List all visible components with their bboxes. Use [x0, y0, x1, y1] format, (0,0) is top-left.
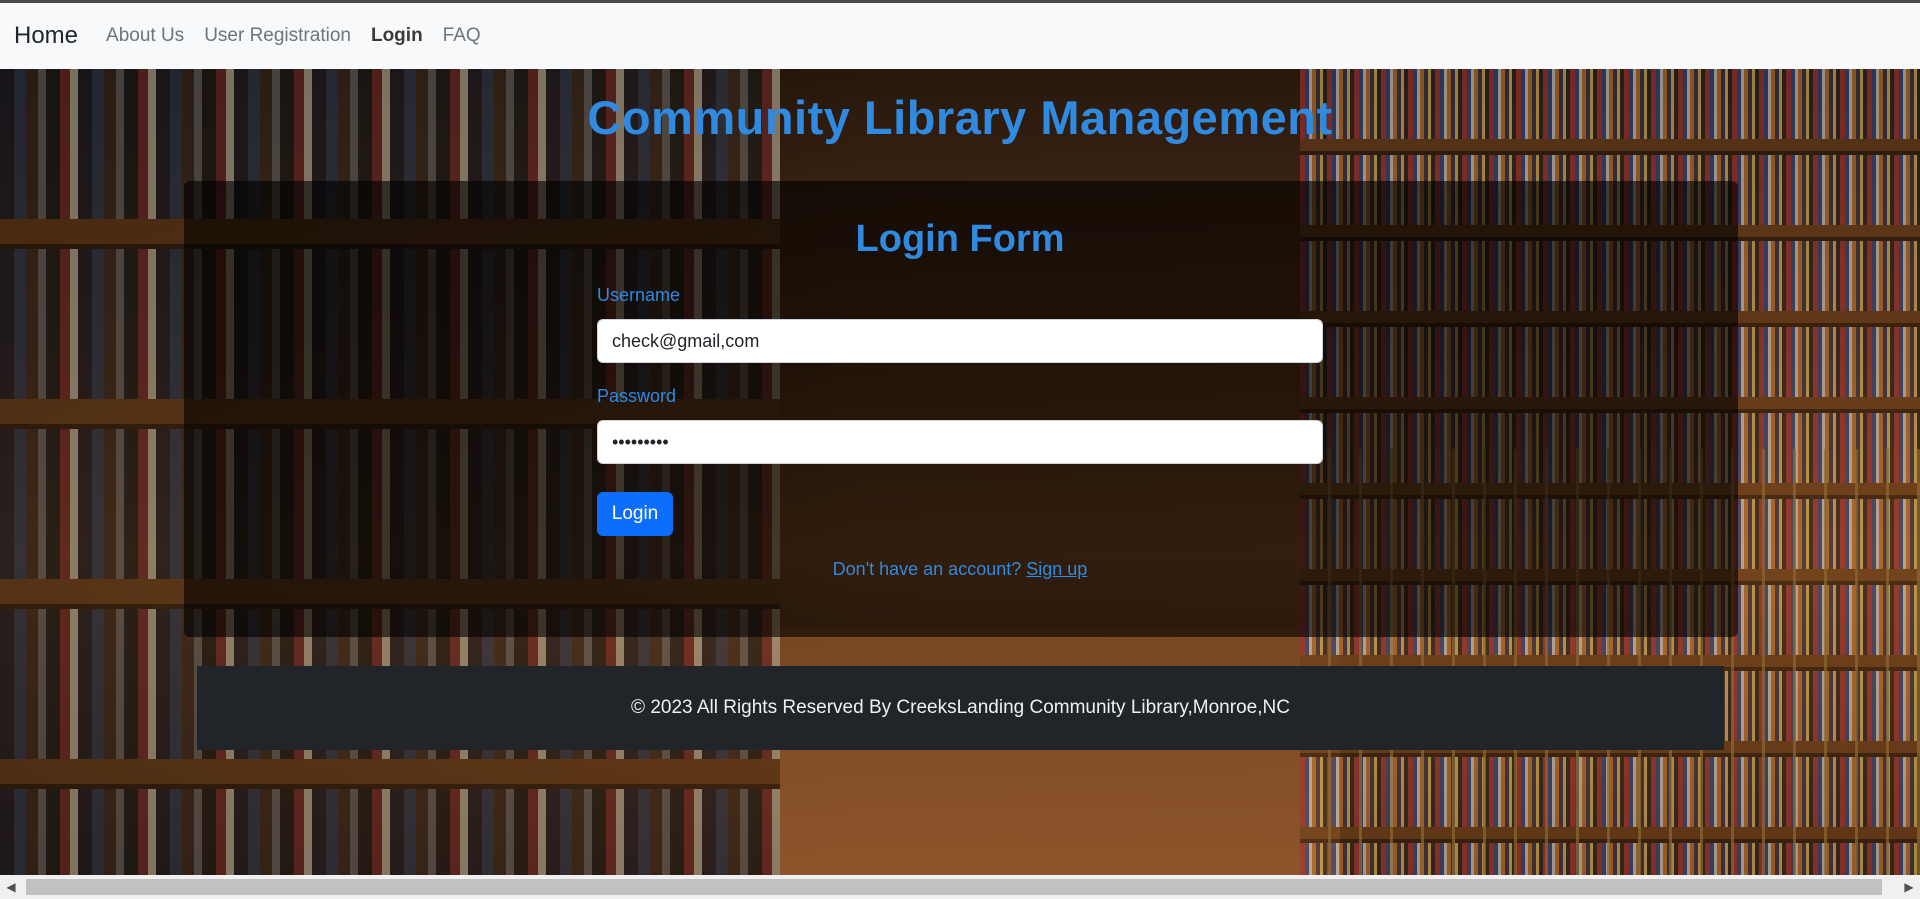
- login-button[interactable]: Login: [597, 492, 673, 536]
- scroll-right-icon[interactable]: ▶: [1898, 875, 1920, 899]
- nav-about-link[interactable]: About Us: [106, 25, 184, 47]
- signup-prompt-text: Don't have an account?: [832, 559, 1022, 579]
- top-navbar: Home About Us User Registration Login FA…: [0, 3, 1920, 69]
- nav-home-link[interactable]: Home: [14, 22, 78, 50]
- signup-prompt-line: Don't have an account? Sign up: [0, 559, 1920, 580]
- scrollbar-thumb[interactable]: [26, 879, 1882, 895]
- nav-login-link[interactable]: Login: [371, 25, 423, 47]
- password-input[interactable]: •••••••••: [597, 420, 1323, 464]
- login-form-title: Login Form: [855, 218, 1065, 260]
- nav-faq-link[interactable]: FAQ: [443, 25, 481, 47]
- page-footer: © 2023 All Rights Reserved By CreeksLand…: [197, 666, 1724, 750]
- signup-link[interactable]: Sign up: [1026, 559, 1087, 579]
- username-label: Username: [597, 285, 681, 305]
- scroll-left-icon[interactable]: ◀: [0, 875, 22, 899]
- password-label: Password: [597, 386, 677, 406]
- horizontal-scrollbar[interactable]: ◀ ▶: [0, 875, 1920, 899]
- nav-registration-link[interactable]: User Registration: [204, 25, 351, 47]
- username-input[interactable]: check@gmail,com: [597, 319, 1323, 363]
- site-title: Community Library Management: [587, 91, 1333, 144]
- footer-copyright: © 2023 All Rights Reserved By CreeksLand…: [631, 697, 1290, 718]
